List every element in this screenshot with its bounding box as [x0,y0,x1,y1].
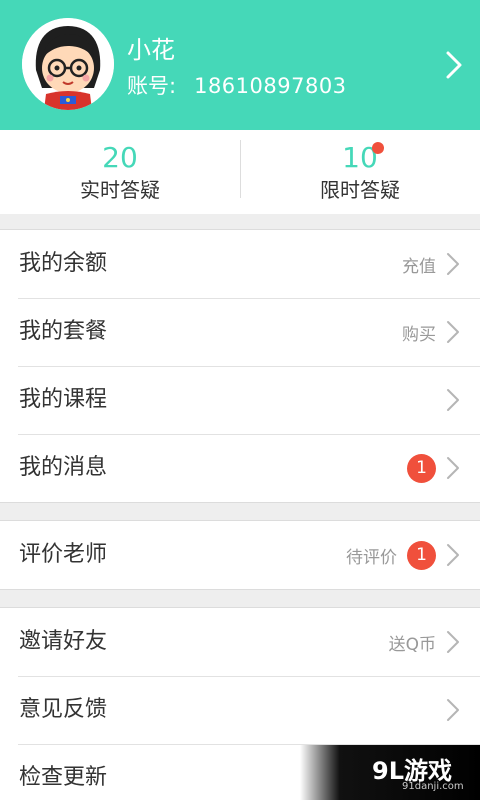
stat-timed-qa[interactable]: 10 限时答疑 [240,130,480,214]
menu-item-label: 我的余额 [19,251,108,276]
menu-item-package[interactable]: 我的套餐 购买 [0,298,480,366]
chevron-right-icon [447,544,459,566]
account-number: 18610897803 [194,74,347,98]
menu-item-invite-friends[interactable]: 邀请好友 送Q币 [0,608,480,676]
chevron-right-icon [447,699,459,721]
chevron-right-icon[interactable] [443,50,465,80]
menu-item-label: 邀请好友 [19,629,108,654]
menu-item-label: 我的套餐 [19,319,108,344]
menu-item-rate-teacher[interactable]: 评价老师 待评价 1 [0,521,480,589]
avatar-image [22,18,114,110]
watermark: 9L游戏 91danji.com [300,745,480,800]
menu-item-messages[interactable]: 我的消息 1 [0,434,480,502]
stat-count: 20 [102,141,138,174]
notification-dot [372,142,384,154]
menu-item-hint: 购买 [402,324,436,345]
menu-item-balance[interactable]: 我的余额 充值 [0,230,480,298]
menu-item-label: 检查更新 [19,765,108,790]
stat-count: 10 [342,141,378,174]
profile-header[interactable]: 小花 账号: 18610897803 [0,0,480,130]
menu-item-label: 评价老师 [19,542,108,567]
account-label: 账号: [127,74,177,98]
chevron-right-icon [447,389,459,411]
menu-item-feedback[interactable]: 意见反馈 [0,676,480,744]
chevron-right-icon [447,457,459,479]
menu-item-hint: 送Q币 [388,634,436,655]
menu-item-label: 我的课程 [19,387,108,412]
chevron-right-icon [447,253,459,275]
avatar[interactable] [22,18,114,110]
watermark-url: 91danji.com [402,781,464,792]
stat-realtime-qa[interactable]: 20 实时答疑 [0,130,240,214]
menu-group-review: 评价老师 待评价 1 [0,520,480,590]
unread-badge: 1 [407,540,436,570]
menu-item-hint: 待评价 [346,547,397,568]
chevron-right-icon [447,631,459,653]
unread-badge: 1 [407,453,436,483]
stat-label: 限时答疑 [320,178,400,202]
user-name: 小花 [127,36,175,64]
stats-bar: 20 实时答疑 10 限时答疑 [0,130,480,214]
chevron-right-icon [447,321,459,343]
menu-item-hint: 充值 [402,256,436,277]
account-info: 账号: 18610897803 [127,70,347,100]
menu-group-account: 我的余额 充值 我的套餐 购买 我的课程 我的消息 1 [0,229,480,503]
stat-label: 实时答疑 [80,178,160,202]
menu-item-label: 我的消息 [19,455,108,480]
menu-item-courses[interactable]: 我的课程 [0,366,480,434]
menu-item-label: 意见反馈 [19,697,108,722]
